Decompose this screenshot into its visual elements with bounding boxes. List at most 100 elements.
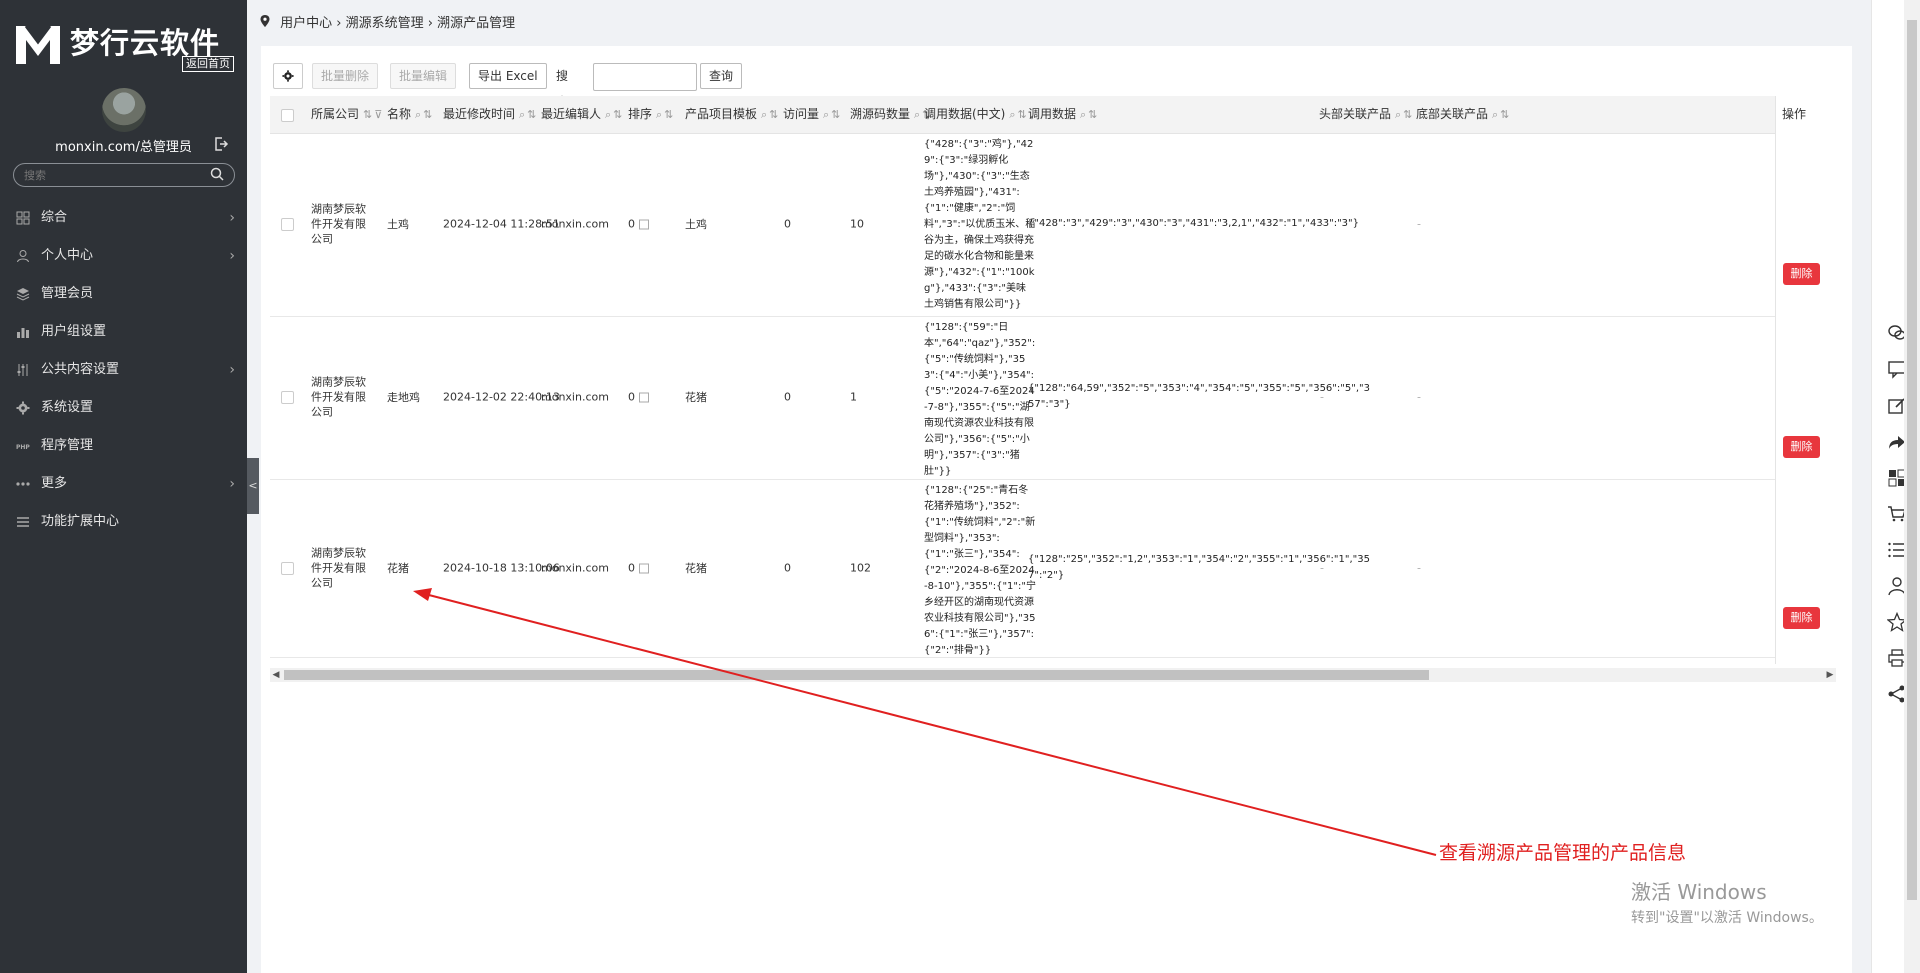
svg-text:PHP: PHP <box>16 444 30 451</box>
cell-data-cn: {"128":{"59":"日本","64":"qaz"},"352":{"5"… <box>924 322 1036 477</box>
sort-filter-icon: ⇅⊽ <box>363 108 385 121</box>
cell-editor: monxin.com <box>541 390 609 404</box>
sliders-icon <box>17 364 28 376</box>
scroll-right-arrow-icon[interactable]: ▶ <box>1824 668 1836 682</box>
batch-edit-button[interactable]: 批量编辑 <box>390 63 457 89</box>
edit-icon <box>639 392 649 403</box>
watermark-line1: 激活 Windows <box>1631 880 1767 904</box>
cell-company: 湖南梦辰软件开发有限公司 <box>311 202 366 246</box>
column-header-data-cn[interactable]: 调用数据(中文) ⌕⇅ <box>924 96 1029 133</box>
column-header-head-products[interactable]: 头部关联产品 ⌕⇅ <box>1319 96 1414 133</box>
search-sort-icon: ⌕⇅ <box>1395 108 1415 121</box>
cell-template: 土鸡 <box>685 218 707 231</box>
sidebar-item-personal[interactable]: 个人中心 › <box>0 237 247 275</box>
gear-icon <box>282 70 294 82</box>
sidebar-search-input[interactable] <box>22 166 206 185</box>
edit-icon <box>639 219 649 230</box>
logo-m-icon <box>16 25 60 64</box>
search-input[interactable] <box>593 63 697 91</box>
column-settings-button[interactable] <box>273 63 303 89</box>
sidebar-item-usergroups[interactable]: 用户组设置 <box>0 313 247 351</box>
cell-sort[interactable]: 0 <box>628 218 649 231</box>
logo[interactable]: 梦行云软件 返回首页 <box>14 18 236 74</box>
batch-delete-button[interactable]: 批量删除 <box>312 63 379 89</box>
column-header-data[interactable]: 调用数据 ⌕⇅ <box>1028 96 1099 133</box>
sidebar-item-label: 综合 <box>41 210 68 225</box>
scroll-left-arrow-icon[interactable]: ◀ <box>270 668 282 682</box>
sidebar: 梦行云软件 返回首页 monxin.com/总管理员 综合 › 个人中心 › 管… <box>0 0 247 973</box>
delete-button[interactable]: 删除 <box>1783 436 1820 458</box>
page-vertical-scrollbar[interactable] <box>1904 0 1920 973</box>
sidebar-item-extensions[interactable]: 功能扩展中心 <box>0 503 247 541</box>
sidebar-item-public-content[interactable]: 公共内容设置 › <box>0 351 247 389</box>
breadcrumb: 用户中心 › 溯源系统管理 › 溯源产品管理 <box>260 12 515 31</box>
sidebar-item-more[interactable]: 更多 › <box>0 465 247 503</box>
sidebar-item-programs[interactable]: PHP 程序管理 <box>0 427 247 465</box>
search-sort-icon: ⌕⇅ <box>605 108 625 121</box>
row-checkbox[interactable] <box>281 218 294 231</box>
column-header-company[interactable]: 所属公司 ⇅⊽ <box>311 96 384 133</box>
cell-editor: monxin.com <box>541 561 609 575</box>
column-header-foot-products[interactable]: 底部关联产品 ⌕⇅ <box>1416 96 1511 133</box>
column-header-codes[interactable]: 溯源码数量 ⌕⇅ <box>850 96 933 133</box>
table-row: 湖南梦辰软件开发有限公司 花猪 2024-10-18 13:10:06 monx… <box>270 479 1836 658</box>
scrollbar-thumb[interactable] <box>284 670 1429 680</box>
chevron-right-icon: › <box>229 362 235 378</box>
sidebar-collapse-toggle[interactable]: < <box>247 458 259 514</box>
column-header-sort[interactable]: 排序 ⌕⇅ <box>628 96 675 133</box>
table-horizontal-scrollbar[interactable]: ◀ ▶ <box>270 668 1836 682</box>
cell-name: 花猪 <box>387 562 409 575</box>
sidebar-item-label: 管理会员 <box>41 286 94 301</box>
breadcrumb-separator: › <box>336 16 346 31</box>
home-link[interactable]: 返回首页 <box>182 56 234 72</box>
sidebar-item-label: 功能扩展中心 <box>41 514 120 529</box>
cell-foot-products: - <box>1417 217 1421 231</box>
cell-head-products: - <box>1320 390 1324 404</box>
cell-visits: 0 <box>784 390 791 404</box>
search-icon[interactable] <box>210 167 224 181</box>
logout-icon[interactable] <box>213 136 229 152</box>
export-excel-button[interactable]: 导出 Excel <box>469 63 547 89</box>
cell-template: 花猪 <box>685 391 707 404</box>
sidebar-item-general[interactable]: 综合 › <box>0 199 247 237</box>
location-pin-icon <box>260 15 270 27</box>
sidebar-item-label: 用户组设置 <box>41 324 107 339</box>
column-header-template[interactable]: 产品项目模板 ⌕⇅ <box>685 96 780 133</box>
row-checkbox[interactable] <box>281 391 294 404</box>
query-button[interactable]: 查询 <box>700 63 743 89</box>
column-header-modified[interactable]: 最近修改时间 ⌕⇅ <box>443 96 538 133</box>
user-name[interactable]: monxin.com/总管理员 <box>0 136 247 155</box>
row-checkbox[interactable] <box>281 562 294 575</box>
sidebar-search <box>13 163 235 187</box>
column-header-visits[interactable]: 访问量 ⌕⇅ <box>783 96 842 133</box>
search-sort-icon: ⌕⇅ <box>1009 108 1029 121</box>
user-icon <box>17 250 29 263</box>
delete-button[interactable]: 删除 <box>1783 607 1820 629</box>
grid-icon <box>16 211 30 225</box>
windows-activation-watermark: 激活 Windows 转到"设置"以激活 Windows。 <box>1631 876 1823 927</box>
more-dots-icon <box>16 482 30 486</box>
delete-button[interactable]: 删除 <box>1783 263 1820 285</box>
operations-column: 操作 删除 删除 删除 <box>1775 96 1836 664</box>
breadcrumb-item-user-center[interactable]: 用户中心 <box>280 16 332 31</box>
layers-icon <box>16 288 30 301</box>
cell-sort[interactable]: 0 <box>628 562 649 575</box>
cell-data-cn: {"128":{"25":"青石冬花猪养殖场"},"352":{"1":"传统饲… <box>924 485 1036 656</box>
avatar[interactable] <box>102 88 146 132</box>
search-sort-icon: ⌕⇅ <box>415 108 435 121</box>
search-sort-icon: ⌕⇅ <box>823 108 843 121</box>
cell-codes: 102 <box>850 561 871 575</box>
sidebar-item-members[interactable]: 管理会员 <box>0 275 247 313</box>
sidebar-item-label: 程序管理 <box>41 438 94 453</box>
cell-sort[interactable]: 0 <box>628 391 649 404</box>
breadcrumb-item-trace-system[interactable]: 溯源系统管理 <box>346 16 424 31</box>
column-header-editor[interactable]: 最近编辑人 ⌕⇅ <box>541 96 624 133</box>
cell-codes: 10 <box>850 217 864 231</box>
search-sort-icon: ⌕⇅ <box>1492 108 1512 121</box>
sidebar-item-system[interactable]: 系统设置 <box>0 389 247 427</box>
column-header-name[interactable]: 名称 ⌕⇅ <box>387 96 434 133</box>
scrollbar-thumb[interactable] <box>1907 20 1917 900</box>
table-header: 所属公司 ⇅⊽ 名称 ⌕⇅ 最近修改时间 ⌕⇅ 最近编辑人 ⌕⇅ 排序 ⌕⇅ 产品项目模板… <box>270 96 1836 134</box>
select-all-checkbox[interactable] <box>281 109 294 122</box>
table-row: 湖南梦辰软件开发有限公司 走地鸡 2024-12-02 22:40:13 mon… <box>270 316 1836 480</box>
